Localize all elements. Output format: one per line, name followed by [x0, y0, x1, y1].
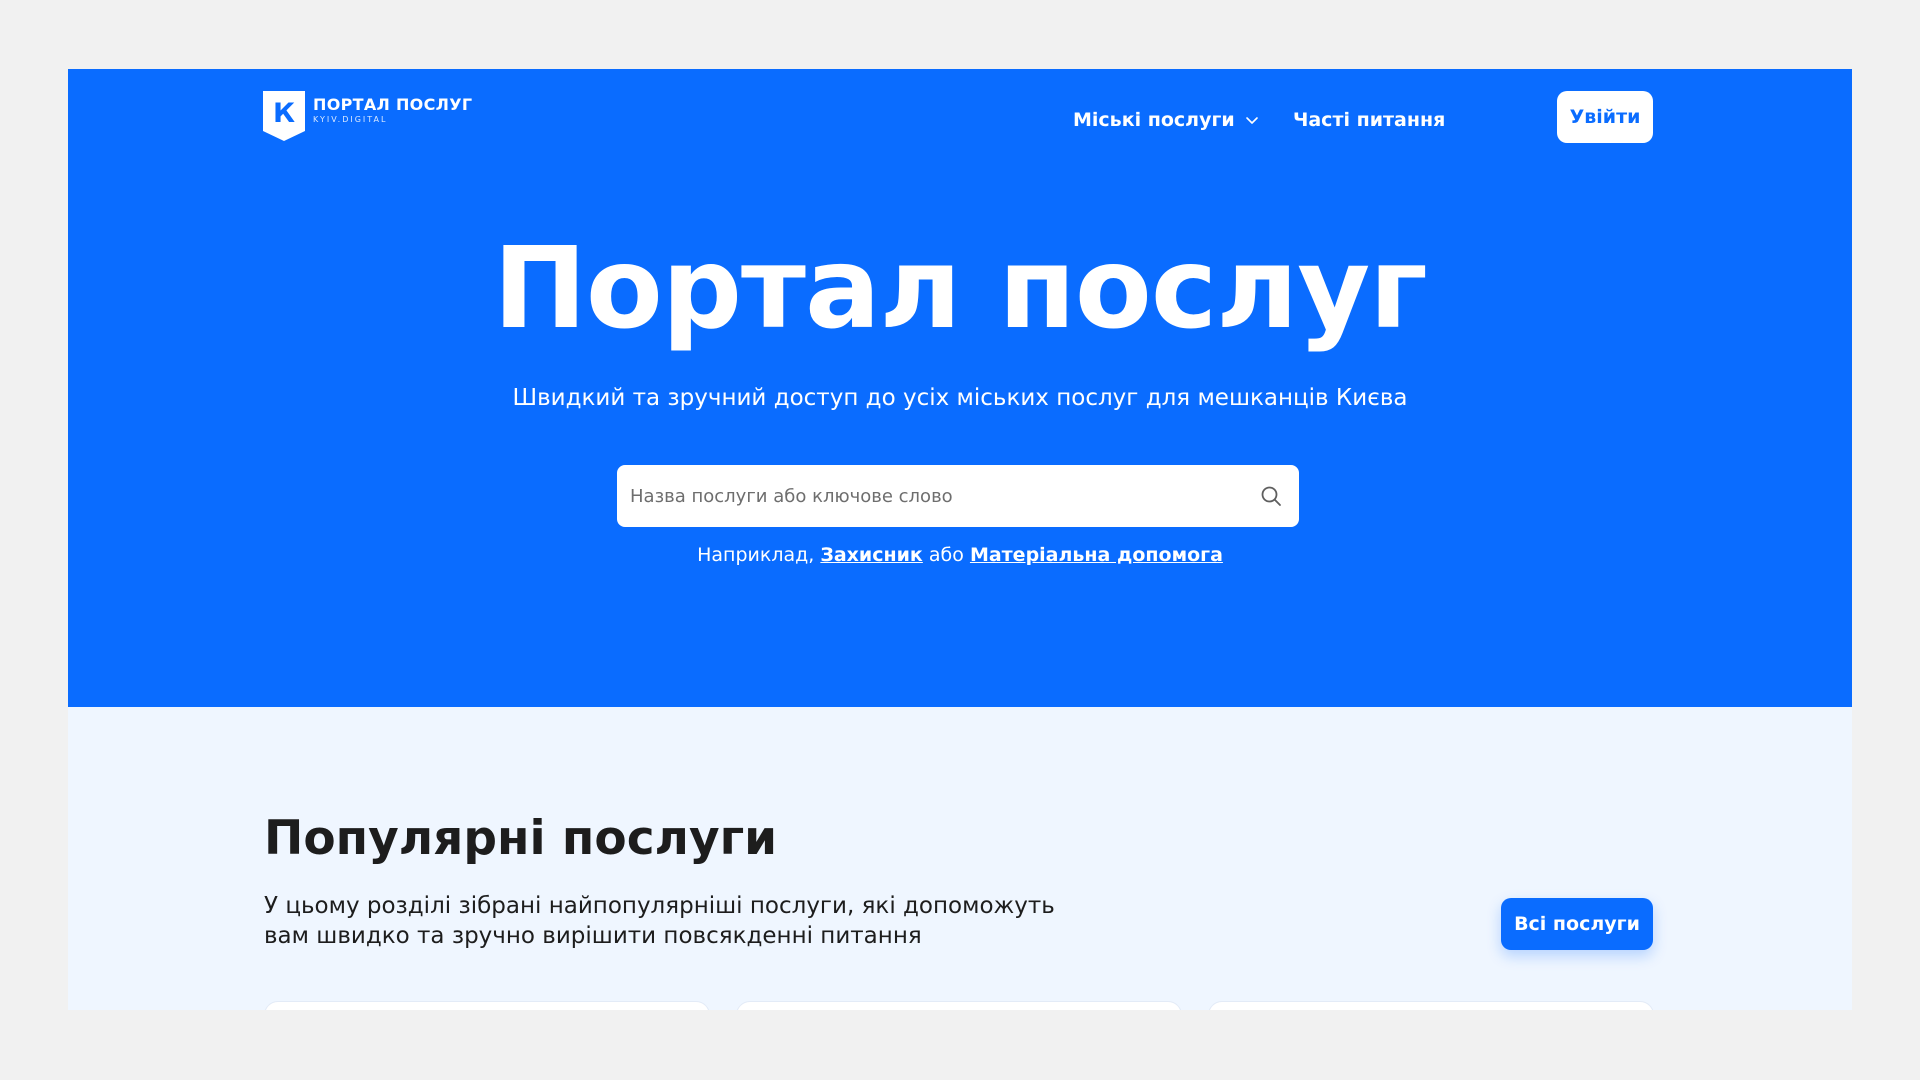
search-input[interactable]	[617, 466, 1259, 526]
svg-text:К: К	[273, 98, 295, 129]
hint-link-defender[interactable]: Захисник	[820, 544, 923, 566]
search-hint: Наприклад, Захисник або Матеріальна допо…	[68, 542, 1852, 568]
hero-section: К ПОРТАЛ ПОСЛУГ KYIV.DIGITAL Міські посл…	[68, 69, 1852, 707]
all-services-button[interactable]: Всі послуги	[1501, 898, 1653, 950]
hint-connector: або	[928, 544, 964, 566]
logo-text: ПОРТАЛ ПОСЛУГ KYIV.DIGITAL	[313, 91, 472, 126]
page-title: Портал послуг	[493, 224, 1428, 354]
login-button[interactable]: Увійти	[1557, 91, 1653, 143]
service-card[interactable]	[1208, 1001, 1654, 1010]
nav-city-services[interactable]: Міські послуги	[1073, 106, 1259, 134]
page-frame: К ПОРТАЛ ПОСЛУГ KYIV.DIGITAL Міські посл…	[68, 69, 1852, 1010]
hint-prefix: Наприклад,	[697, 544, 815, 566]
logo-title: ПОРТАЛ ПОСЛУГ	[313, 95, 473, 114]
popular-description-line-2: вам швидко та зручно вирішити повсякденн…	[264, 923, 922, 949]
popular-description-line-1: У цьому розділі зібрані найпопулярніші п…	[264, 893, 1055, 919]
hint-link-material-aid[interactable]: Матеріальна допомога	[970, 544, 1223, 566]
popular-services-title: Популярні послуги	[264, 811, 778, 866]
search-icon[interactable]	[1259, 484, 1283, 508]
search-box	[617, 465, 1299, 527]
site-logo[interactable]: К ПОРТАЛ ПОСЛУГ KYIV.DIGITAL	[263, 91, 472, 143]
nav-city-services-label: Міські послуги	[1073, 109, 1235, 131]
service-card[interactable]	[264, 1001, 710, 1010]
logo-subtitle: KYIV.DIGITAL	[313, 115, 388, 124]
kyiv-digital-shield-icon: К	[263, 91, 305, 141]
hero-subtitle: Швидкий та зручний доступ до усіх міськи…	[512, 385, 1408, 411]
popular-services-description: У цьому розділі зібрані найпопулярніші п…	[264, 891, 1124, 951]
service-card[interactable]	[736, 1001, 1182, 1010]
nav-faq-label: Часті питання	[1293, 109, 1446, 131]
nav-faq[interactable]: Часті питання	[1293, 106, 1445, 134]
chevron-down-icon	[1245, 117, 1258, 124]
